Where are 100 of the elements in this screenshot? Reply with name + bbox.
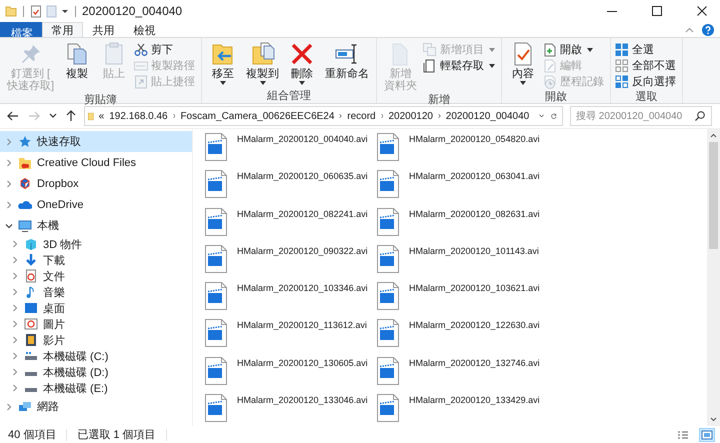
file-item[interactable]: HMalarm_20200120_130605.avi: [203, 354, 375, 392]
file-item[interactable]: HMalarm_20200120_133429.avi: [375, 391, 547, 426]
file-item[interactable]: HMalarm_20200120_103621.avi: [375, 279, 547, 316]
video-file-icon: [205, 356, 227, 385]
ribbon-button[interactable]: 剪下: [134, 42, 198, 57]
tree-item[interactable]: 3D 物件: [0, 236, 192, 252]
tree-item[interactable]: 文件: [0, 268, 192, 284]
file-item[interactable]: HMalarm_20200120_082241.avi: [203, 204, 375, 242]
maximize-icon[interactable]: [652, 6, 662, 16]
checklist-icon[interactable]: [30, 4, 42, 18]
shortcut-icon: [134, 74, 148, 88]
folder-pages-icon: [250, 42, 275, 66]
file-item[interactable]: HMalarm_20200120_101143.avi: [375, 242, 547, 280]
document-plus-icon: [543, 42, 558, 56]
scrollbar-thumb[interactable]: [709, 142, 718, 249]
tree-item[interactable]: Creative Cloud Files: [0, 152, 192, 173]
video-file-icon: [377, 319, 399, 348]
caret-icon: [489, 64, 496, 68]
search-icon: [695, 111, 705, 121]
breadcrumb[interactable]: record: [347, 110, 376, 122]
ribbon-button[interactable]: 移至: [206, 40, 240, 88]
chevron-right-icon[interactable]: [172, 112, 176, 120]
search-field[interactable]: 搜尋 20200120_004040: [570, 106, 712, 126]
video-file-icon: [377, 208, 399, 236]
video-file-icon: [205, 133, 227, 161]
file-item[interactable]: HMalarm_20200120_060635.avi: [203, 167, 375, 205]
tree-item[interactable]: 本機磁碟 (C:): [0, 348, 192, 364]
ribbon-button[interactable]: 重新命名: [322, 40, 372, 88]
chevron-right-icon[interactable]: [438, 112, 441, 120]
tree-item[interactable]: 本機磁碟 (D:): [0, 364, 192, 380]
chevron-right-icon[interactable]: [339, 112, 342, 120]
file-item[interactable]: HMalarm_20200120_004040.avi: [203, 130, 375, 168]
chevron-down-icon[interactable]: [710, 417, 717, 422]
tree-item[interactable]: 圖片: [0, 316, 192, 332]
rename-field-icon: [335, 42, 360, 66]
tree-item[interactable]: 下載: [0, 252, 192, 268]
chevron-right-icon: [5, 402, 13, 410]
details-view-icon[interactable]: [676, 428, 690, 440]
ribbon-button[interactable]: 全選: [615, 42, 678, 57]
folder-arrow-icon: [211, 42, 236, 66]
file-item[interactable]: HMalarm_20200120_122630.avi: [375, 316, 547, 354]
tree-item[interactable]: 影片: [0, 332, 192, 348]
breadcrumb[interactable]: 192.168.0.46: [109, 110, 168, 122]
tree-item[interactable]: Dropbox: [0, 173, 192, 194]
ribbon-button[interactable]: 內容: [506, 40, 540, 89]
up-arrow-icon[interactable]: [65, 110, 77, 122]
ribbon-tab[interactable]: 檢視: [124, 22, 165, 37]
caret-icon[interactable]: [61, 7, 69, 15]
breadcrumb[interactable]: Foscam_Camera_00626EEC6E24: [180, 110, 334, 122]
scissors-icon: [134, 42, 148, 56]
ribbon-tab[interactable]: 共用: [83, 22, 124, 37]
close-icon[interactable]: [697, 6, 707, 16]
tree-item[interactable]: 快速存取: [0, 131, 192, 152]
chevron-down-icon[interactable]: [539, 113, 544, 119]
path-icon: [134, 58, 148, 72]
refresh-icon[interactable]: [551, 111, 557, 121]
address-bar[interactable]: « 192.168.0.46 Foscam_Camera_00626EEC6E24 record 20200120 20200120_004040: [84, 106, 563, 126]
breadcrumb[interactable]: 20200120: [388, 110, 433, 122]
network-icon: [18, 400, 32, 414]
group-label: 開啟: [544, 90, 568, 104]
scrollbar[interactable]: [707, 129, 720, 426]
file-item[interactable]: HMalarm_20200120_063041.avi: [375, 167, 547, 205]
tree-item[interactable]: OneDrive: [0, 194, 192, 215]
chevron-up-icon[interactable]: [710, 133, 717, 138]
group-label: 新增: [427, 92, 452, 107]
tree-item[interactable]: 本機磁碟 (E:): [0, 380, 192, 396]
ribbon-button[interactable]: 刪除: [285, 40, 320, 88]
chevron-right-icon[interactable]: [380, 112, 384, 120]
video-file-icon: [377, 394, 399, 422]
tree-item[interactable]: 桌面: [0, 300, 192, 316]
tree-item[interactable]: 音樂: [0, 284, 192, 300]
file-item[interactable]: HMalarm_20200120_133046.avi: [203, 391, 375, 426]
ribbon-button[interactable]: 複製到: [243, 40, 282, 88]
back-arrow-icon[interactable]: [6, 110, 20, 122]
ribbon-button[interactable]: 複製: [60, 40, 94, 92]
ribbon-button[interactable]: 輕鬆存取: [423, 58, 498, 73]
ribbon-tab[interactable]: 常用: [42, 22, 83, 37]
film-icon: [24, 333, 38, 347]
ribbon-button[interactable]: 反向選擇: [615, 74, 678, 89]
file-item[interactable]: HMalarm_20200120_090322.avi: [203, 242, 375, 280]
chevron-up-icon[interactable]: [685, 26, 694, 32]
file-item[interactable]: HMalarm_20200120_054820.avi: [375, 130, 547, 168]
tree-item[interactable]: 本機: [0, 215, 192, 236]
ribbon-button[interactable]: 開啟: [543, 42, 606, 57]
file-item[interactable]: HMalarm_20200120_103346.avi: [203, 279, 375, 316]
overflow-chevron[interactable]: «: [98, 110, 104, 122]
item-count: 40 個項目: [8, 428, 56, 442]
caret-icon: [520, 81, 526, 85]
file-item[interactable]: HMalarm_20200120_113612.avi: [203, 316, 375, 354]
ribbon-button[interactable]: 全部不選: [615, 58, 678, 73]
star-icon: [18, 134, 32, 148]
video-file-icon: [377, 282, 399, 310]
file-item[interactable]: HMalarm_20200120_082631.avi: [375, 204, 547, 242]
pencil-document-icon: [543, 58, 558, 72]
breadcrumb[interactable]: 20200120_004040: [446, 110, 530, 122]
large-icons-view-icon[interactable]: [700, 428, 714, 440]
file-item[interactable]: HMalarm_20200120_132746.avi: [375, 354, 547, 392]
window-title: 20200120_004040: [82, 4, 182, 18]
help-icon[interactable]: [702, 24, 714, 36]
tree-item[interactable]: 網路: [0, 396, 192, 417]
